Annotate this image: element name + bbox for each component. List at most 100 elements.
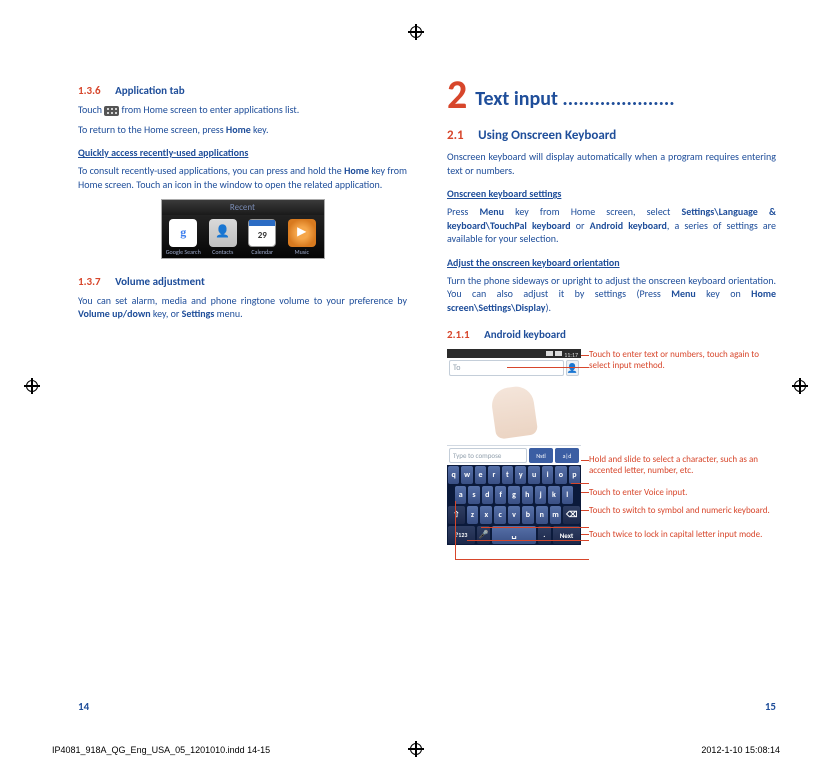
text: Touch: [78, 103, 104, 116]
subheading-kbd-settings: Onscreen keyboard settings: [447, 187, 776, 200]
section-title: Volume adjustment: [115, 275, 205, 288]
key-h: h: [522, 486, 533, 504]
leader-line: [481, 527, 589, 528]
footer-file: IP4081_918A_QG_Eng_USA_05_1201010.indd 1…: [52, 745, 270, 755]
text: key from Home screen, select: [504, 205, 682, 218]
paragraph: To consult recently-used applications, y…: [78, 164, 407, 191]
text-bold: Volume up/down: [78, 307, 151, 320]
battery-icon: [555, 351, 562, 356]
text-bold: Menu: [479, 205, 504, 218]
leader-line: [581, 510, 589, 511]
recent-header: Recent: [162, 200, 324, 215]
key-a: a: [455, 486, 466, 504]
paragraph: To return to the Home screen, press Home…: [78, 123, 407, 137]
text-bold: Home: [226, 123, 251, 136]
key-c: c: [494, 506, 506, 524]
text: You can set alarm, media and phone ringt…: [78, 294, 407, 307]
paragraph: Turn the phone sideways or upright to ad…: [447, 274, 776, 315]
subheading-orientation: Adjust the onscreen keyboard orientation: [447, 256, 776, 269]
page-number-left: 14: [78, 700, 89, 713]
compose-field: Type to compose: [449, 448, 527, 463]
touch-hand-area: [447, 378, 581, 446]
chapter-title: Text input .....................: [475, 87, 674, 111]
text-bold: Settings: [182, 307, 215, 320]
key-space: ␣: [492, 526, 535, 544]
key-s: s: [468, 486, 479, 504]
key-next: Next: [553, 526, 580, 544]
section-number: 1.3.7: [78, 275, 101, 288]
recent-cell-google: g Google Search: [164, 219, 204, 256]
key-y: y: [515, 466, 526, 484]
key-o: o: [555, 466, 566, 484]
text: Press: [447, 205, 479, 218]
registration-mark-icon: [408, 24, 424, 40]
key-l: l: [562, 486, 573, 504]
section-title: Application tab: [115, 84, 185, 97]
heading-2-1: 2.1 Using Onscreen Keyboard: [447, 125, 776, 144]
key-j: j: [535, 486, 546, 504]
leader-line: [507, 367, 589, 368]
section-number: 2.1.1: [447, 328, 470, 341]
to-field: To: [449, 360, 564, 376]
leader-line: [581, 534, 589, 535]
recent-label: Calendar: [251, 248, 273, 256]
key-b: b: [522, 506, 534, 524]
callout-text-input: Touch to enter text or numbers, touch ag…: [589, 349, 776, 372]
key-m: m: [550, 506, 562, 524]
key-f: f: [495, 486, 506, 504]
callout-symbol: Touch to switch to symbol and numeric ke…: [589, 505, 776, 516]
recent-label: Contacts: [212, 248, 233, 256]
text: To return to the Home screen, press: [78, 123, 226, 136]
key-row-4: ?123 🎤 ␣ . Next: [447, 525, 581, 545]
heading-1-3-6: 1.3.6 Application tab: [78, 80, 407, 99]
tag2: a|d: [555, 448, 579, 463]
key-t: t: [502, 466, 513, 484]
recent-apps-window: Recent g Google Search 👤 Contacts 29 Cal…: [161, 199, 325, 259]
section-number: 1.3.6: [78, 84, 101, 97]
registration-mark-icon: [408, 741, 424, 757]
key-p: p: [569, 466, 580, 484]
section-number: 2.1: [447, 128, 464, 143]
text: key, or: [151, 307, 182, 320]
text-bold: Menu: [671, 287, 696, 300]
chapter-number: 2: [447, 75, 467, 115]
callout-caps-lock: Touch twice to lock in capital letter in…: [589, 529, 776, 540]
onscreen-keyboard: q w e r t y u i o p a s d: [447, 465, 581, 545]
text: key on: [696, 287, 751, 300]
key-row-2: a s d f g h j k l: [447, 485, 581, 505]
key-period: .: [538, 526, 551, 544]
text-bold: Home: [344, 164, 369, 177]
recent-cell-calendar: 29 Calendar: [243, 219, 283, 256]
text: ).: [545, 301, 551, 314]
key-d: d: [482, 486, 493, 504]
status-time: 11:17: [564, 351, 578, 356]
key-u: u: [528, 466, 539, 484]
text: from Home screen to enter applications l…: [122, 103, 300, 116]
contacts-icon: 👤: [209, 219, 237, 247]
section-title: Using Onscreen Keyboard: [478, 128, 616, 143]
key-symbols: ?123: [448, 526, 475, 544]
registration-mark-icon: [792, 378, 808, 394]
text: or: [571, 219, 590, 232]
key-shift: ⇧: [448, 506, 465, 524]
subheading-recent: Quickly access recently-used application…: [78, 146, 407, 159]
paragraph: Onscreen keyboard will display automatic…: [447, 150, 776, 177]
key-backspace: ⌫: [563, 506, 580, 524]
section-title: Android keyboard: [484, 328, 566, 341]
key-q: q: [448, 466, 459, 484]
leader-line: [455, 501, 456, 559]
callouts: Touch to enter text or numbers, touch ag…: [589, 349, 776, 579]
add-recipient-icon: 👤: [566, 360, 579, 376]
calendar-icon: 29: [248, 219, 276, 247]
callout-voice: Touch to enter Voice input.: [589, 487, 776, 498]
recent-label: Google Search: [166, 248, 201, 256]
paragraph: Press Menu key from Home screen, select …: [447, 205, 776, 246]
leader-line: [571, 483, 589, 484]
heading-2-1-1: 2.1.1 Android keyboard: [447, 324, 776, 343]
paragraph: You can set alarm, media and phone ringt…: [78, 294, 407, 321]
chapter-header: 2 Text input .....................: [447, 75, 776, 115]
footer-timestamp: 2012-1-10 15:08:14: [701, 745, 780, 755]
text: key.: [251, 123, 269, 136]
key-row-1: q w e r t y u i o p: [447, 465, 581, 485]
tag1: Nstl: [529, 448, 553, 463]
